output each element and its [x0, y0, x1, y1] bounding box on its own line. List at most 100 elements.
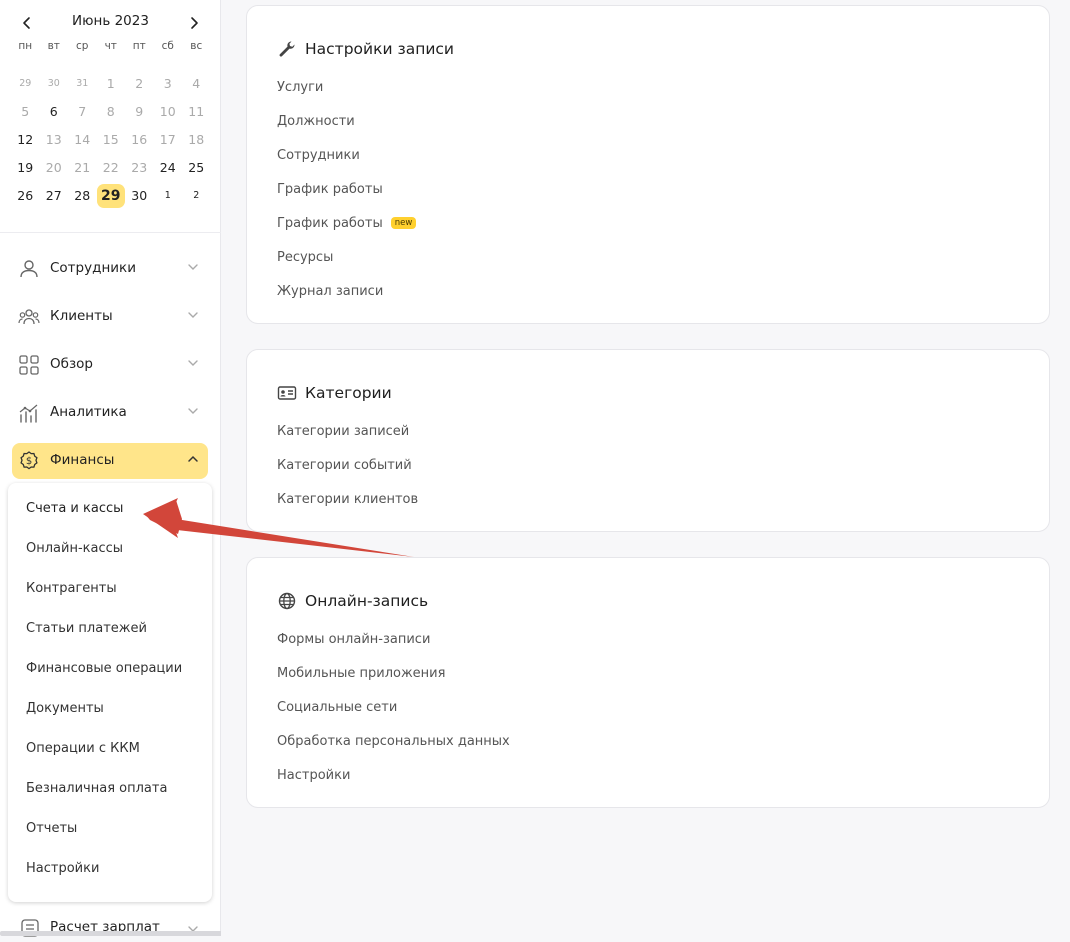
nav-item-label: Финансы — [50, 452, 115, 468]
calendar-header: Июнь 2023 — [0, 8, 221, 36]
submenu-item[interactable]: Настройки — [26, 861, 99, 876]
submenu-item[interactable]: Онлайн-кассы — [26, 541, 123, 556]
calendar-day[interactable]: 19 — [11, 156, 40, 180]
calendar-day[interactable]: 18 — [182, 128, 211, 152]
calendar-day[interactable]: 22 — [97, 156, 126, 180]
calendar-week: 19 20 21 22 23 24 25 — [11, 156, 211, 180]
calendar-day[interactable]: 26 — [11, 184, 40, 208]
nav-item-finance[interactable]: $ Финансы — [12, 443, 208, 479]
nav-item-label: Клиенты — [50, 308, 113, 324]
calendar-day[interactable]: 23 — [125, 156, 154, 180]
calendar-day[interactable]: 10 — [154, 100, 183, 124]
calendar-day-today[interactable]: 29 — [96, 184, 125, 208]
weekday-label: ср — [76, 40, 89, 52]
settings-link[interactable]: Журнал записи — [277, 284, 383, 299]
submenu-item[interactable]: Отчеты — [26, 821, 77, 836]
online-booking-link[interactable]: Мобильные приложения — [277, 666, 445, 681]
new-badge: new — [390, 217, 417, 229]
submenu-item[interactable]: Безналичная оплата — [26, 781, 167, 796]
calendar-day[interactable]: 21 — [68, 156, 97, 180]
calendar-day[interactable]: 5 — [11, 100, 40, 124]
calendar-day[interactable]: 11 — [182, 100, 211, 124]
online-booking-link[interactable]: Обработка персональных данных — [277, 734, 510, 749]
card-booking-settings: Настройки записи Услуги Должности Сотруд… — [246, 5, 1050, 324]
calendar-week: 26 27 28 29 30 1 2 — [11, 184, 211, 208]
main-content: Настройки записи Услуги Должности Сотруд… — [221, 0, 1070, 936]
calendar-day[interactable]: 6 — [40, 100, 69, 124]
sidebar: Июнь 2023 пн вт ср чт пт сб вс 29 30 31 … — [0, 0, 221, 937]
calendar-day[interactable]: 30 — [125, 184, 154, 208]
calendar-day[interactable]: 28 — [68, 184, 97, 208]
weekday-label: сб — [161, 40, 174, 52]
category-link[interactable]: Категории клиентов — [277, 492, 418, 507]
submenu-item[interactable]: Операции с ККМ — [26, 741, 140, 756]
nav-item-analytics[interactable]: Аналитика — [12, 395, 208, 431]
calendar-day[interactable]: 25 — [182, 156, 211, 180]
nav-item-clients[interactable]: Клиенты — [12, 299, 208, 335]
users-icon — [18, 307, 40, 327]
submenu-item[interactable]: Статьи платежей — [26, 621, 147, 636]
nav-item-employees[interactable]: Сотрудники — [12, 251, 208, 287]
grid-icon — [18, 355, 40, 375]
online-booking-link[interactable]: Настройки — [277, 768, 350, 783]
calendar-day[interactable]: 1 — [97, 72, 126, 96]
calendar-day[interactable]: 20 — [40, 156, 69, 180]
weekday-label: вс — [190, 40, 203, 52]
online-booking-link[interactable]: Формы онлайн-записи — [277, 632, 430, 647]
calendar-day[interactable]: 3 — [154, 72, 183, 96]
nav-item-label: Сотрудники — [50, 260, 136, 276]
calendar-day[interactable]: 30 — [40, 72, 69, 96]
submenu-item[interactable]: Счета и кассы — [26, 501, 123, 516]
weekday-label: пт — [132, 40, 146, 52]
submenu-item[interactable]: Контрагенты — [26, 581, 117, 596]
calendar-day[interactable]: 16 — [125, 128, 154, 152]
calendar-week: 29 30 31 1 2 3 4 — [11, 72, 211, 96]
calendar-day[interactable]: 29 — [11, 72, 40, 96]
settings-link[interactable]: График работы — [277, 182, 383, 197]
calendar-day[interactable]: 8 — [97, 100, 126, 124]
calendar-day[interactable]: 2 — [182, 184, 211, 208]
calendar-day[interactable]: 4 — [182, 72, 211, 96]
chevron-right-icon[interactable] — [183, 12, 205, 34]
chevron-down-icon — [186, 308, 200, 322]
calendar-day[interactable]: 31 — [68, 72, 97, 96]
calendar-day[interactable]: 1 — [154, 184, 183, 208]
user-icon — [18, 259, 40, 279]
id-card-icon — [277, 383, 297, 403]
chevron-up-icon — [186, 452, 200, 466]
settings-link[interactable]: Должности — [277, 114, 355, 129]
calendar-day[interactable]: 13 — [40, 128, 69, 152]
card-categories: Категории Категории записей Категории со… — [246, 349, 1050, 532]
calendar-day[interactable]: 24 — [154, 156, 183, 180]
settings-link[interactable]: Услуги — [277, 80, 323, 95]
globe-icon — [277, 591, 297, 611]
calendar-day[interactable]: 7 — [68, 100, 97, 124]
submenu-item[interactable]: Финансовые операции — [26, 661, 182, 676]
calendar-day[interactable]: 17 — [154, 128, 183, 152]
finance-submenu: Счета и кассы Онлайн-кассы Контрагенты С… — [8, 483, 212, 902]
calendar-day[interactable]: 15 — [97, 128, 126, 152]
settings-link-new[interactable]: График работы new — [277, 216, 417, 231]
calendar-day[interactable]: 2 — [125, 72, 154, 96]
calendar-day[interactable]: 12 — [11, 128, 40, 152]
nav-item-overview[interactable]: Обзор — [12, 347, 208, 383]
calendar-day[interactable]: 27 — [40, 184, 69, 208]
nav-item-payroll[interactable]: Расчет зарплат — [12, 912, 208, 942]
category-link[interactable]: Категории записей — [277, 424, 409, 439]
analytics-icon — [18, 403, 40, 423]
nav-item-label: Обзор — [50, 356, 93, 372]
calendar-day[interactable]: 9 — [125, 100, 154, 124]
submenu-item[interactable]: Документы — [26, 701, 104, 716]
nav-item-label: Аналитика — [50, 404, 127, 420]
card-title: Онлайн-запись — [305, 592, 429, 610]
settings-link[interactable]: Сотрудники — [277, 148, 360, 163]
calendar-week: 5 6 7 8 9 10 11 — [11, 100, 211, 124]
calendar-day[interactable]: 14 — [68, 128, 97, 152]
wrench-icon — [277, 39, 297, 59]
category-link[interactable]: Категории событий — [277, 458, 412, 473]
card-title: Настройки записи — [305, 40, 455, 58]
settings-link[interactable]: Ресурсы — [277, 250, 333, 265]
online-booking-link[interactable]: Социальные сети — [277, 700, 397, 715]
settings-link-label: График работы — [277, 216, 383, 231]
weekday-label: чт — [104, 40, 117, 52]
